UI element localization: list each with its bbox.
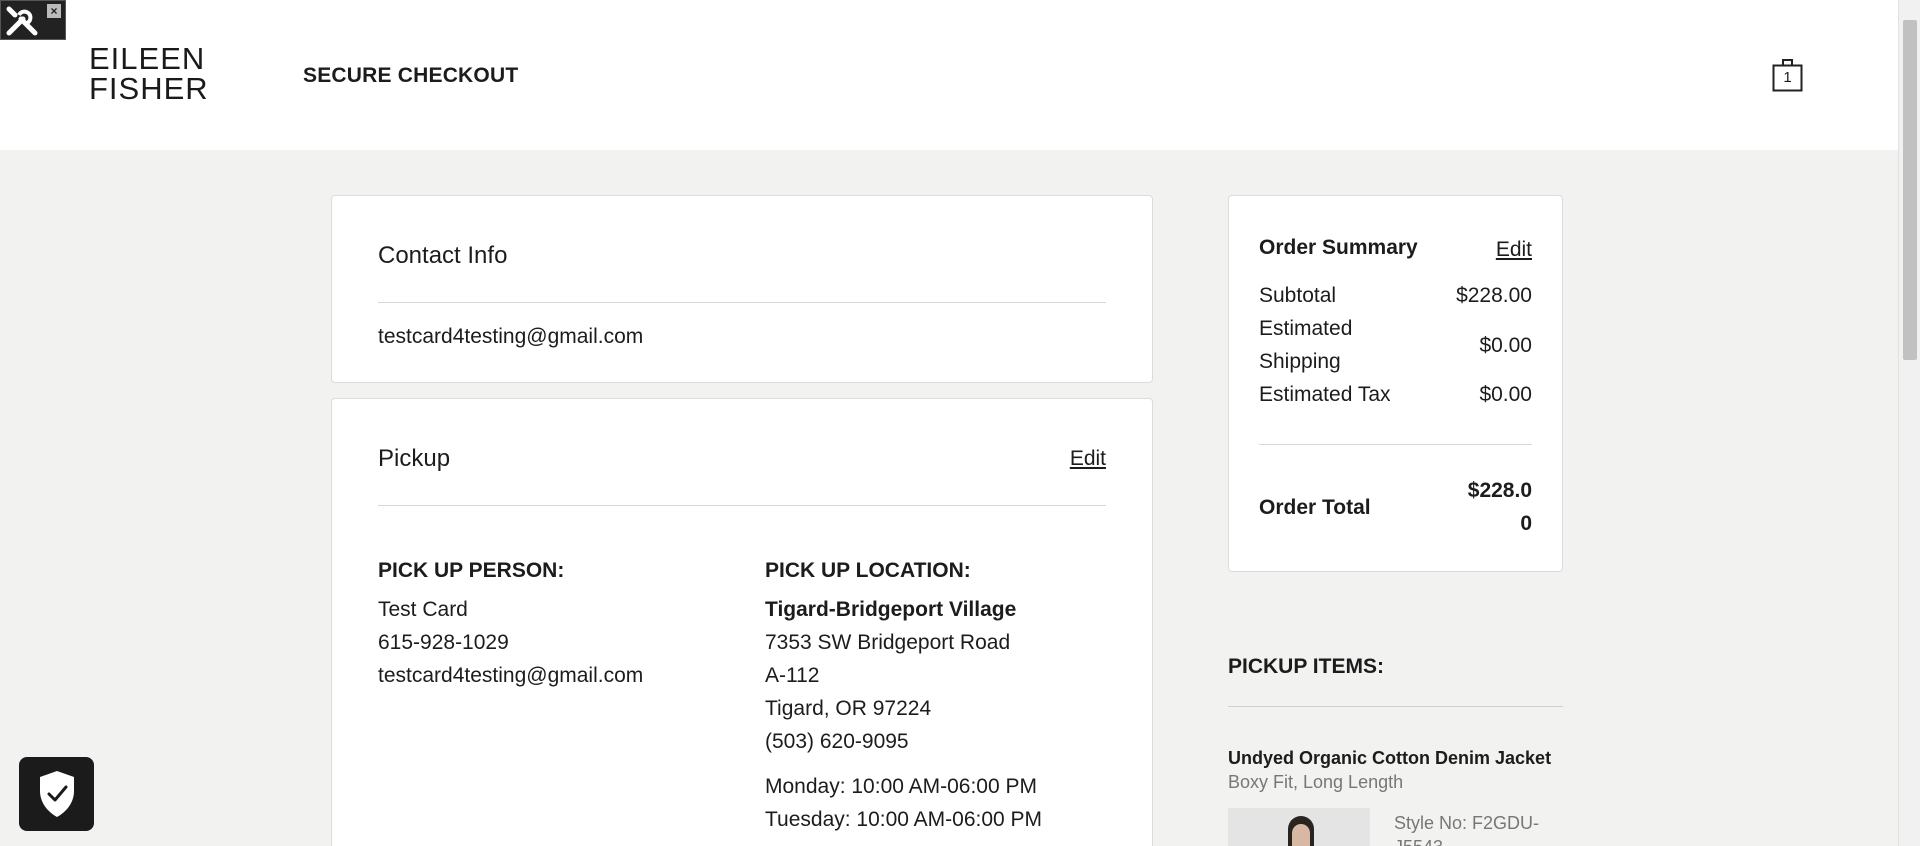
- page-scrollbar[interactable]: [1898, 0, 1920, 846]
- pickup-address-line1: 7353 SW Bridgeport Road: [765, 631, 1011, 654]
- page-title: SECURE CHECKOUT: [303, 64, 519, 87]
- tools-icon: [6, 6, 38, 36]
- item-style-number: Style No: F2GDU- J5543: [1394, 813, 1540, 846]
- subtotal-value: $228.00: [1456, 284, 1532, 307]
- site-header: EILEEN FISHER SECURE CHECKOUT 1: [0, 0, 1898, 150]
- item-name[interactable]: Undyed Organic Cotton Denim Jacket: [1228, 748, 1551, 769]
- pickup-items-heading: PICKUP ITEMS:: [1228, 655, 1384, 678]
- pickup-title: Pickup: [378, 445, 451, 472]
- pickup-location-label: PICK UP LOCATION:: [765, 559, 971, 582]
- order-summary-card: Order Summary Edit Subtotal $228.00 Esti…: [1228, 195, 1563, 572]
- store-hours-tuesday: Tuesday: 10:00 AM-06:00 PM: [765, 808, 1043, 831]
- pickup-address-line3: Tigard, OR 97224: [765, 697, 932, 720]
- contact-info-card: Contact Info testcard4testing@gmail.com: [331, 195, 1153, 383]
- pickup-person-email: testcard4testing@gmail.com: [378, 664, 644, 687]
- store-hours-monday: Monday: 10:00 AM-06:00 PM: [765, 775, 1037, 798]
- contact-info-title: Contact Info: [378, 242, 508, 269]
- devtools-close-icon[interactable]: ×: [47, 4, 61, 18]
- item-thumbnail[interactable]: [1228, 808, 1370, 846]
- shipping-value: $0.00: [1479, 334, 1532, 357]
- divider: [1259, 444, 1532, 445]
- pickup-person-name: Test Card: [378, 598, 468, 621]
- cart-button[interactable]: 1: [1772, 58, 1803, 92]
- pickup-address-line2: A-112: [765, 664, 820, 687]
- shipping-label: Estimated Shipping: [1259, 317, 1353, 373]
- item-subtitle: Boxy Fit, Long Length: [1228, 772, 1404, 792]
- tax-label: Estimated Tax: [1259, 383, 1391, 406]
- brand-logo[interactable]: EILEEN FISHER: [89, 43, 209, 104]
- order-summary-edit-link[interactable]: Edit: [1496, 238, 1532, 262]
- divider: [378, 505, 1106, 506]
- order-total-value: $228.0 0: [1467, 479, 1532, 535]
- security-badge[interactable]: [19, 757, 94, 831]
- pickup-card: Pickup Edit PICK UP PERSON: Test Card 61…: [331, 398, 1153, 846]
- pickup-location-phone: (503) 620-9095: [765, 730, 909, 753]
- contact-email: testcard4testing@gmail.com: [378, 325, 644, 348]
- pickup-person-phone: 615-928-1029: [378, 631, 509, 654]
- divider: [378, 302, 1106, 303]
- pickup-edit-link[interactable]: Edit: [1070, 447, 1106, 471]
- order-summary-title: Order Summary: [1259, 236, 1418, 259]
- pickup-person-label: PICK UP PERSON:: [378, 559, 565, 582]
- pickup-location-name: Tigard-Bridgeport Village: [765, 598, 1017, 621]
- tax-value: $0.00: [1479, 383, 1532, 406]
- devtools-toggle[interactable]: ×: [0, 0, 66, 40]
- shield-check-icon: [40, 771, 74, 817]
- order-total-label: Order Total: [1259, 496, 1371, 519]
- subtotal-label: Subtotal: [1259, 284, 1337, 307]
- divider: [1228, 706, 1563, 707]
- scrollbar-thumb[interactable]: [1903, 20, 1917, 360]
- cart-count: 1: [1783, 69, 1792, 86]
